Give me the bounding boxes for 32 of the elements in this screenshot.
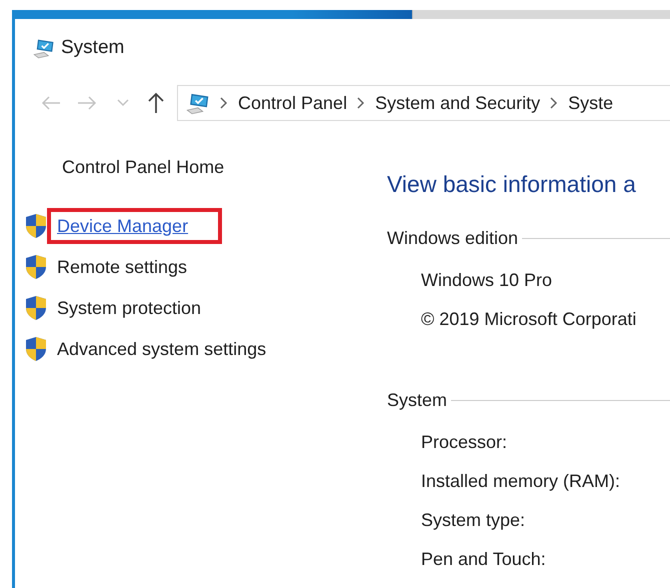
- info-label: System type:: [421, 509, 526, 531]
- breadcrumb-item[interactable]: Syste: [568, 92, 614, 114]
- breadcrumb-item[interactable]: System and Security: [375, 92, 540, 114]
- address-bar[interactable]: Control Panel System and Security Syste: [177, 85, 670, 121]
- sidebar-link[interactable]: Advanced system settings: [47, 331, 300, 367]
- shield-icon: [25, 295, 47, 321]
- shield-icon: [25, 336, 47, 362]
- window-title: System: [61, 37, 124, 59]
- sidebar-link[interactable]: Device Manager: [47, 208, 222, 244]
- arrow-up-icon: [148, 92, 164, 114]
- chevron-right-icon: [357, 97, 366, 109]
- page-heading: View basic information a: [387, 171, 637, 198]
- info-label: Pen and Touch:: [421, 548, 547, 570]
- shield-icon: [25, 254, 47, 280]
- chevron-down-icon: [117, 99, 129, 107]
- section-title: Windows edition: [387, 228, 518, 249]
- sidebar-link[interactable]: Remote settings: [47, 249, 222, 285]
- info-label: Windows 10 Pro: [421, 269, 554, 291]
- chevron-right-icon: [550, 97, 558, 109]
- section-title: System: [387, 390, 448, 411]
- info-label: Installed memory (RAM):: [421, 470, 622, 492]
- sidebar-link[interactable]: System protection: [47, 290, 236, 326]
- arrow-left-icon: [41, 96, 61, 110]
- info-label: © 2019 Microsoft Corporati: [421, 308, 638, 330]
- shield-icon: [25, 213, 47, 239]
- breadcrumb-item[interactable]: Control Panel: [238, 92, 348, 114]
- computer-icon: [186, 91, 210, 115]
- computer-icon: [33, 37, 55, 59]
- arrow-right-icon: [77, 96, 97, 110]
- control-panel-home-link[interactable]: Control Panel Home: [62, 157, 224, 178]
- chevron-right-icon: [220, 97, 228, 109]
- info-label: Processor:: [421, 431, 508, 453]
